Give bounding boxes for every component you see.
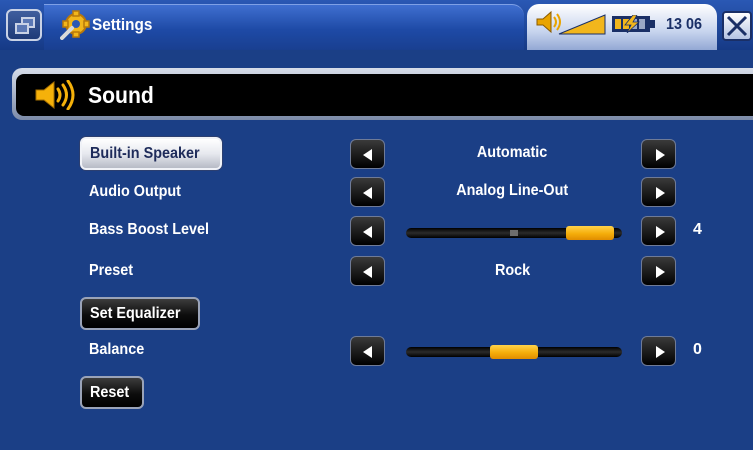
section-title: Sound xyxy=(88,82,154,108)
preset-label: Preset xyxy=(89,262,134,279)
bass-boost-prev-arrow[interactable] xyxy=(350,216,385,246)
volume-level-icon xyxy=(536,10,606,35)
audio-output-next-arrow[interactable] xyxy=(641,177,676,207)
gear-icon xyxy=(60,10,90,40)
speaker-icon xyxy=(35,80,75,110)
window-switch-icon[interactable] xyxy=(6,9,42,41)
app-title: Settings xyxy=(92,15,153,34)
balance-prev-arrow[interactable] xyxy=(350,336,385,366)
close-icon xyxy=(726,15,748,37)
reset-button[interactable]: Reset xyxy=(80,376,144,409)
balance-next-arrow[interactable] xyxy=(641,336,676,366)
set-equalizer-button[interactable]: Set Equalizer xyxy=(80,297,201,330)
balance-slider[interactable] xyxy=(406,345,622,359)
balance-slider-thumb[interactable] xyxy=(490,345,538,359)
bass-boost-slider[interactable] xyxy=(406,226,622,240)
preset-prev-arrow[interactable] xyxy=(350,256,385,286)
audio-output-value-text: Analog Line-Out xyxy=(456,182,569,199)
status-tab: 13 06 xyxy=(527,4,717,50)
balance-label: Balance xyxy=(89,341,145,358)
preset-value: Rock xyxy=(390,262,635,280)
bass-boost-value: 4 xyxy=(693,221,702,238)
clock: 13 06 xyxy=(665,16,703,33)
reset-label: Reset xyxy=(90,384,130,401)
audio-output-prev-arrow[interactable] xyxy=(350,177,385,207)
preset-next-arrow[interactable] xyxy=(641,256,676,286)
app-title-tab: Settings xyxy=(44,4,524,50)
built-in-speaker-label: Built-in Speaker xyxy=(90,145,200,162)
set-equalizer-label: Set Equalizer xyxy=(90,305,181,322)
bass-boost-slider-thumb[interactable] xyxy=(566,226,614,240)
built-in-speaker-next-arrow[interactable] xyxy=(641,139,676,169)
bass-boost-center-tick xyxy=(510,230,518,236)
battery-charging-icon xyxy=(612,15,655,33)
balance-value: 0 xyxy=(693,341,702,358)
audio-output-label: Audio Output xyxy=(89,183,181,200)
bass-boost-label: Bass Boost Level xyxy=(89,221,210,238)
close-button[interactable] xyxy=(722,11,752,41)
preset-value-text: Rock xyxy=(494,262,531,279)
audio-output-value: Analog Line-Out xyxy=(390,182,635,200)
built-in-speaker-prev-arrow[interactable] xyxy=(350,139,385,169)
built-in-speaker-button[interactable]: Built-in Speaker xyxy=(80,137,222,170)
built-in-speaker-value: Automatic xyxy=(390,144,635,162)
bass-boost-next-arrow[interactable] xyxy=(641,216,676,246)
built-in-speaker-value-text: Automatic xyxy=(477,144,548,161)
